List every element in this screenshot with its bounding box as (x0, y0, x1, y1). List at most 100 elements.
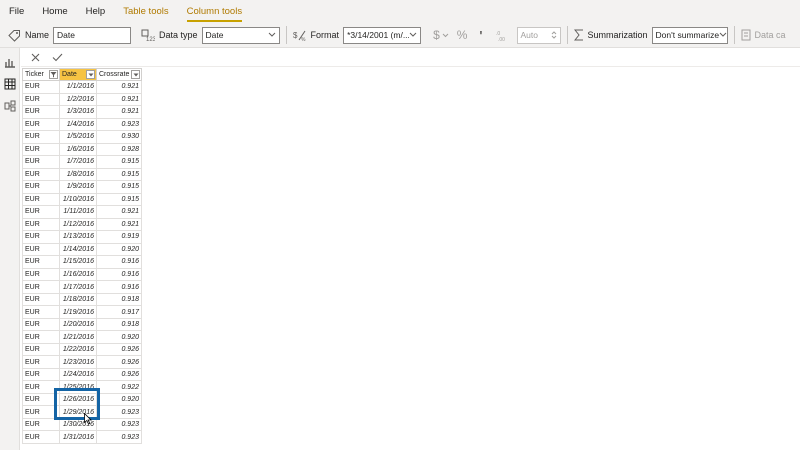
cancel-formula-button[interactable] (27, 49, 43, 65)
cell-ticker[interactable]: EUR (22, 317, 60, 332)
format-select[interactable]: *3/14/2001 (m/... (343, 26, 422, 44)
cell-ticker[interactable]: EUR (22, 242, 60, 257)
cell-date[interactable]: 1/9/2016 (59, 180, 97, 194)
cell-crossrate[interactable]: 0.923 (96, 417, 142, 432)
cell-date[interactable]: 1/5/2016 (59, 130, 97, 144)
cell-crossrate[interactable]: 0.918 (96, 292, 142, 307)
model-view-button[interactable] (2, 98, 18, 114)
report-view-button[interactable] (2, 54, 18, 70)
column-header-crossrate[interactable]: Crossrate (96, 68, 142, 81)
cell-crossrate[interactable]: 0.916 (96, 280, 142, 294)
cell-date[interactable]: 1/4/2016 (59, 117, 97, 132)
cell-ticker[interactable]: EUR (22, 192, 60, 207)
cell-date[interactable]: 1/15/2016 (59, 255, 97, 269)
cell-crossrate[interactable]: 0.930 (96, 130, 142, 144)
cell-date[interactable]: 1/20/2016 (59, 317, 97, 332)
cell-ticker[interactable]: EUR (22, 292, 60, 307)
cell-crossrate[interactable]: 0.917 (96, 305, 142, 319)
tab-home[interactable]: Home (33, 0, 76, 23)
percent-button[interactable]: % (457, 23, 468, 48)
cell-ticker[interactable]: EUR (22, 355, 60, 369)
cell-crossrate[interactable]: 0.918 (96, 317, 142, 332)
comma-button[interactable]: ' (479, 23, 482, 48)
cell-date[interactable]: 1/1/2016 (59, 80, 97, 94)
cell-crossrate[interactable]: 0.921 (96, 217, 142, 232)
name-input[interactable]: Date (53, 26, 132, 44)
cell-ticker[interactable]: EUR (22, 205, 60, 219)
cell-crossrate[interactable]: 0.923 (96, 117, 142, 132)
cell-ticker[interactable]: EUR (22, 367, 60, 382)
cell-date[interactable]: 1/17/2016 (59, 280, 97, 294)
cell-crossrate[interactable]: 0.922 (96, 380, 142, 394)
cell-date[interactable]: 1/31/2016 (59, 430, 97, 444)
cell-date[interactable]: 1/23/2016 (59, 355, 97, 369)
cell-ticker[interactable]: EUR (22, 105, 60, 119)
filter-dropdown-button[interactable] (49, 70, 58, 79)
cell-crossrate[interactable]: 0.915 (96, 180, 142, 194)
cell-date[interactable]: 1/22/2016 (59, 342, 97, 357)
cell-ticker[interactable]: EUR (22, 92, 60, 107)
cell-ticker[interactable]: EUR (22, 142, 60, 157)
cell-ticker[interactable]: EUR (22, 305, 60, 319)
tab-table-tools[interactable]: Table tools (114, 0, 177, 23)
cell-date[interactable]: 1/12/2016 (59, 217, 97, 232)
cell-ticker[interactable]: EUR (22, 430, 60, 444)
summarization-select[interactable]: Don't summarize (651, 26, 728, 44)
cell-crossrate[interactable]: 0.916 (96, 267, 142, 282)
cell-ticker[interactable]: EUR (22, 417, 60, 432)
cell-crossrate[interactable]: 0.920 (96, 392, 142, 407)
cell-ticker[interactable]: EUR (22, 230, 60, 244)
cell-crossrate[interactable]: 0.921 (96, 105, 142, 119)
cell-date[interactable]: 1/26/2016 (59, 392, 97, 407)
cell-crossrate[interactable]: 0.915 (96, 192, 142, 207)
cell-ticker[interactable]: EUR (22, 180, 60, 194)
cell-ticker[interactable]: EUR (22, 405, 60, 419)
datatype-select[interactable]: Date (201, 26, 280, 44)
cell-crossrate[interactable]: 0.921 (96, 92, 142, 107)
cell-crossrate[interactable]: 0.920 (96, 242, 142, 257)
cell-date[interactable]: 1/21/2016 (59, 330, 97, 344)
cell-ticker[interactable]: EUR (22, 80, 60, 94)
cell-date[interactable]: 1/2/2016 (59, 92, 97, 107)
cell-ticker[interactable]: EUR (22, 342, 60, 357)
cell-date[interactable]: 1/8/2016 (59, 167, 97, 182)
currency-button[interactable]: $ (433, 23, 449, 48)
cell-date[interactable]: 1/3/2016 (59, 105, 97, 119)
cell-date[interactable]: 1/14/2016 (59, 242, 97, 257)
cell-date[interactable]: 1/13/2016 (59, 230, 97, 244)
cell-crossrate[interactable]: 0.915 (96, 167, 142, 182)
cell-ticker[interactable]: EUR (22, 280, 60, 294)
cell-date[interactable]: 1/18/2016 (59, 292, 97, 307)
cell-crossrate[interactable]: 0.926 (96, 367, 142, 382)
cell-date[interactable]: 1/10/2016 (59, 192, 97, 207)
data-view-button[interactable] (2, 76, 18, 92)
cell-crossrate[interactable]: 0.926 (96, 342, 142, 357)
cell-crossrate[interactable]: 0.928 (96, 142, 142, 157)
tab-column-tools[interactable]: Column tools (178, 0, 251, 23)
cell-ticker[interactable]: EUR (22, 167, 60, 182)
cell-crossrate[interactable]: 0.921 (96, 80, 142, 94)
cell-ticker[interactable]: EUR (22, 255, 60, 269)
decimal-button[interactable]: .0.00 (495, 23, 509, 48)
cell-crossrate[interactable]: 0.921 (96, 205, 142, 219)
cell-date[interactable]: 1/16/2016 (59, 267, 97, 282)
column-dropdown-button[interactable] (131, 70, 140, 79)
tab-help[interactable]: Help (77, 0, 115, 23)
cell-date[interactable]: 1/24/2016 (59, 367, 97, 382)
cell-date[interactable]: 1/7/2016 (59, 155, 97, 169)
cell-ticker[interactable]: EUR (22, 330, 60, 344)
cell-crossrate[interactable]: 0.916 (96, 255, 142, 269)
cell-crossrate[interactable]: 0.926 (96, 355, 142, 369)
cell-ticker[interactable]: EUR (22, 392, 60, 407)
cell-date[interactable]: 1/6/2016 (59, 142, 97, 157)
commit-formula-button[interactable] (49, 49, 65, 65)
cell-ticker[interactable]: EUR (22, 217, 60, 232)
cell-ticker[interactable]: EUR (22, 267, 60, 282)
cell-ticker[interactable]: EUR (22, 155, 60, 169)
cell-ticker[interactable]: EUR (22, 117, 60, 132)
decimals-input[interactable]: Auto (516, 26, 561, 44)
cell-ticker[interactable]: EUR (22, 380, 60, 394)
column-header-ticker[interactable]: Ticker (22, 68, 60, 81)
cell-ticker[interactable]: EUR (22, 130, 60, 144)
cell-crossrate[interactable]: 0.923 (96, 430, 142, 444)
